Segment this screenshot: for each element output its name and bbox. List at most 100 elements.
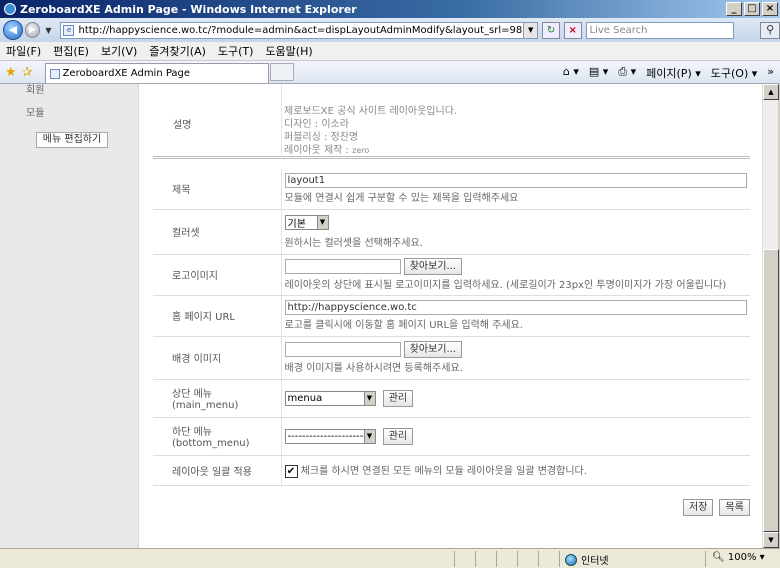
apply-all-text: 체크를 하시면 연결된 모든 메뉴의 모듈 레이아웃을 일괄 변경합니다. bbox=[300, 466, 587, 478]
feeds-icon[interactable]: ▤ ▾ bbox=[589, 65, 608, 81]
bg-image-browse-button[interactable]: 찾아보기... bbox=[403, 341, 463, 358]
colorset-select[interactable]: 기본 ▼ bbox=[284, 214, 329, 230]
row-homepage: 홈 페이지 URL http://happyscience.wo.tc 로고를 … bbox=[153, 295, 750, 337]
menu-view[interactable]: 보기(V) bbox=[101, 43, 137, 59]
layout-description: 제로보드XE 공식 사이트 레이아웃입니다. 디자인 : 이소라 퍼블리싱 : … bbox=[284, 106, 458, 156]
window-controls: _ □ × bbox=[726, 2, 778, 16]
admin-sidebar: 회원 모듈 메뉴 편집하기 bbox=[0, 84, 139, 548]
more-chevron-icon[interactable]: » bbox=[767, 65, 774, 81]
main-menu-select[interactable]: menua ▼ bbox=[284, 390, 376, 406]
tab-admin-page[interactable]: ZeroboardXE Admin Page bbox=[44, 63, 269, 83]
homepage-label: 홈 페이지 URL bbox=[153, 295, 282, 337]
tools-menu[interactable]: 도구(O) ▾ bbox=[711, 65, 758, 81]
chevron-down-icon: ▼ bbox=[316, 215, 328, 229]
print-icon[interactable]: ⎙ ▾ bbox=[618, 65, 636, 81]
menu-help[interactable]: 도움말(H) bbox=[265, 43, 312, 59]
layout-form: 제목 layout1 모듈에 연결시 쉽게 구분할 수 있는 제목을 입력해주세… bbox=[153, 169, 750, 486]
layout-info: 설명 제로보드XE 공식 사이트 레이아웃입니다. 디자인 : 이소라 퍼블리싱… bbox=[153, 84, 750, 159]
chevron-down-icon: ▼ bbox=[363, 429, 375, 443]
tab-page-icon bbox=[49, 68, 60, 79]
bg-image-label: 배경 이미지 bbox=[153, 336, 282, 380]
history-dropdown-icon[interactable]: ▼ bbox=[45, 26, 51, 35]
bottom-menu-select[interactable]: ------------------------ ▼ bbox=[284, 428, 376, 444]
menu-bar: 파일(F) 편집(E) 보기(V) 즐겨찾기(A) 도구(T) 도움말(H) bbox=[0, 42, 780, 61]
ie-icon bbox=[4, 3, 16, 15]
zoom-control[interactable]: 🔍︎ 100% ▾ bbox=[712, 552, 765, 563]
address-input[interactable]: e http://happyscience.wo.tc/?module=admi… bbox=[60, 21, 539, 39]
row-logo: 로고이미지 찾아보기... 레이아웃의 상단에 표시될 로고이미지를 입력하세요… bbox=[153, 254, 750, 296]
new-tab-button[interactable] bbox=[269, 63, 294, 81]
security-zone[interactable]: 인터넷 bbox=[565, 552, 609, 567]
search-icon[interactable]: ⚲ bbox=[760, 21, 780, 39]
row-colorset: 컬러셋 기본 ▼ 원하시는 컬러셋을 선택해주세요. bbox=[153, 209, 750, 255]
vertical-scrollbar[interactable]: ▲ ▼ bbox=[762, 84, 779, 548]
logo-help: 레이아웃의 상단에 표시될 로고이미지를 입력하세요. (세로길이가 23px인… bbox=[284, 280, 727, 291]
menu-file[interactable]: 파일(F) bbox=[6, 43, 41, 59]
logo-file-input[interactable] bbox=[284, 259, 401, 274]
window-title-bar: ZeroboardXE Admin Page - Windows Interne… bbox=[0, 0, 780, 18]
sidebar-item-module[interactable]: 모듈 bbox=[26, 104, 44, 119]
tab-bar: ★ ✰ ZeroboardXE Admin Page ⌂ ▾ ▤ ▾ ⎙ ▾ 페… bbox=[0, 61, 780, 84]
scroll-down-icon[interactable]: ▼ bbox=[763, 532, 779, 548]
main-menu-label: 상단 메뉴 (main_menu) bbox=[153, 379, 282, 418]
close-button[interactable]: × bbox=[762, 2, 778, 16]
title-label: 제목 bbox=[153, 169, 282, 210]
command-bar: ⌂ ▾ ▤ ▾ ⎙ ▾ 페이지(P) ▾ 도구(O) ▾ » bbox=[563, 65, 774, 81]
homepage-help: 로고를 클릭시에 이동할 홈 페이지 URL을 입력해 주세요. bbox=[284, 320, 523, 331]
minimize-button[interactable]: _ bbox=[726, 2, 742, 16]
chevron-down-icon: ▼ bbox=[363, 391, 375, 405]
scroll-thumb[interactable] bbox=[763, 249, 779, 532]
scroll-up-icon[interactable]: ▲ bbox=[763, 84, 779, 100]
zoom-icon: 🔍︎ bbox=[712, 552, 725, 563]
homepage-url-input[interactable]: http://happyscience.wo.tc bbox=[284, 300, 747, 315]
zoom-level: 100% bbox=[727, 552, 757, 563]
status-bar: 인터넷 🔍︎ 100% ▾ bbox=[0, 548, 780, 568]
page-icon: e bbox=[63, 24, 75, 36]
logo-label: 로고이미지 bbox=[153, 254, 282, 296]
add-favorite-icon[interactable]: ✰ bbox=[22, 65, 33, 80]
colorset-label: 컬러셋 bbox=[153, 209, 282, 255]
row-bg-image: 배경 이미지 찾아보기... 배경 이미지를 사용하시려면 등록해주세요. bbox=[153, 336, 750, 380]
edit-menu-button[interactable]: 메뉴 편집하기 bbox=[36, 132, 108, 148]
address-toolbar: ◀ ▶ ▼ e http://happyscience.wo.tc/?modul… bbox=[0, 18, 780, 42]
list-button[interactable]: 목록 bbox=[719, 499, 750, 516]
form-actions: 저장 목록 bbox=[683, 499, 750, 516]
main-menu-manage-button[interactable]: 관리 bbox=[382, 389, 414, 407]
apply-all-label: 레이아웃 일괄 적용 bbox=[153, 455, 282, 486]
globe-icon bbox=[565, 553, 577, 566]
menu-edit[interactable]: 편집(E) bbox=[53, 43, 89, 59]
search-input[interactable]: Live Search bbox=[585, 21, 735, 39]
colorset-help: 원하시는 컬러셋을 선택해주세요. bbox=[284, 237, 423, 249]
maximize-button[interactable]: □ bbox=[744, 2, 760, 16]
chevron-down-icon: ▾ bbox=[759, 552, 765, 563]
menu-favorites[interactable]: 즐겨찾기(A) bbox=[149, 43, 206, 59]
bg-image-help: 배경 이미지를 사용하시려면 등록해주세요. bbox=[284, 363, 463, 374]
title-input[interactable]: layout1 bbox=[284, 173, 747, 189]
row-main-menu: 상단 메뉴 (main_menu) menua ▼ 관리 bbox=[153, 379, 750, 418]
apply-all-checkbox[interactable]: ✔ bbox=[284, 464, 298, 478]
save-button[interactable]: 저장 bbox=[683, 499, 714, 516]
bottom-menu-label: 하단 메뉴 (bottom_menu) bbox=[153, 417, 282, 456]
row-bottom-menu: 하단 메뉴 (bottom_menu) --------------------… bbox=[153, 417, 750, 456]
window-title: ZeroboardXE Admin Page - Windows Interne… bbox=[20, 2, 357, 16]
zone-label: 인터넷 bbox=[581, 556, 609, 567]
title-help: 모듈에 연결시 쉽게 구분할 수 있는 제목을 입력해주세요 bbox=[284, 193, 519, 205]
favorites-star-icon[interactable]: ★ bbox=[5, 65, 17, 80]
sidebar-item-member[interactable]: 회원 bbox=[26, 84, 44, 96]
layout-info-label: 설명 bbox=[173, 120, 192, 131]
stop-button[interactable]: × bbox=[563, 21, 582, 39]
address-url: http://happyscience.wo.tc/?module=admin&… bbox=[78, 24, 523, 36]
layout-settings-panel: 설명 제로보드XE 공식 사이트 레이아웃입니다. 디자인 : 이소라 퍼블리싱… bbox=[140, 84, 762, 548]
row-apply-all: 레이아웃 일괄 적용 ✔ 체크를 하시면 연결된 모든 메뉴의 모듈 레이아웃을… bbox=[153, 455, 750, 486]
bg-image-file-input[interactable] bbox=[284, 342, 401, 357]
bottom-menu-manage-button[interactable]: 관리 bbox=[382, 427, 414, 445]
refresh-button[interactable]: ↻ bbox=[542, 21, 560, 39]
page-menu[interactable]: 페이지(P) ▾ bbox=[646, 65, 701, 81]
back-button[interactable]: ◀ bbox=[3, 20, 23, 40]
page-viewport: 회원 모듈 메뉴 편집하기 설명 제로보드XE 공식 사이트 레이아웃입니다. … bbox=[0, 84, 762, 548]
forward-button[interactable]: ▶ bbox=[24, 22, 41, 38]
address-dropdown-icon[interactable]: ▼ bbox=[523, 22, 538, 38]
home-icon[interactable]: ⌂ ▾ bbox=[563, 65, 579, 81]
logo-browse-button[interactable]: 찾아보기... bbox=[403, 258, 463, 275]
menu-tools[interactable]: 도구(T) bbox=[218, 43, 254, 59]
